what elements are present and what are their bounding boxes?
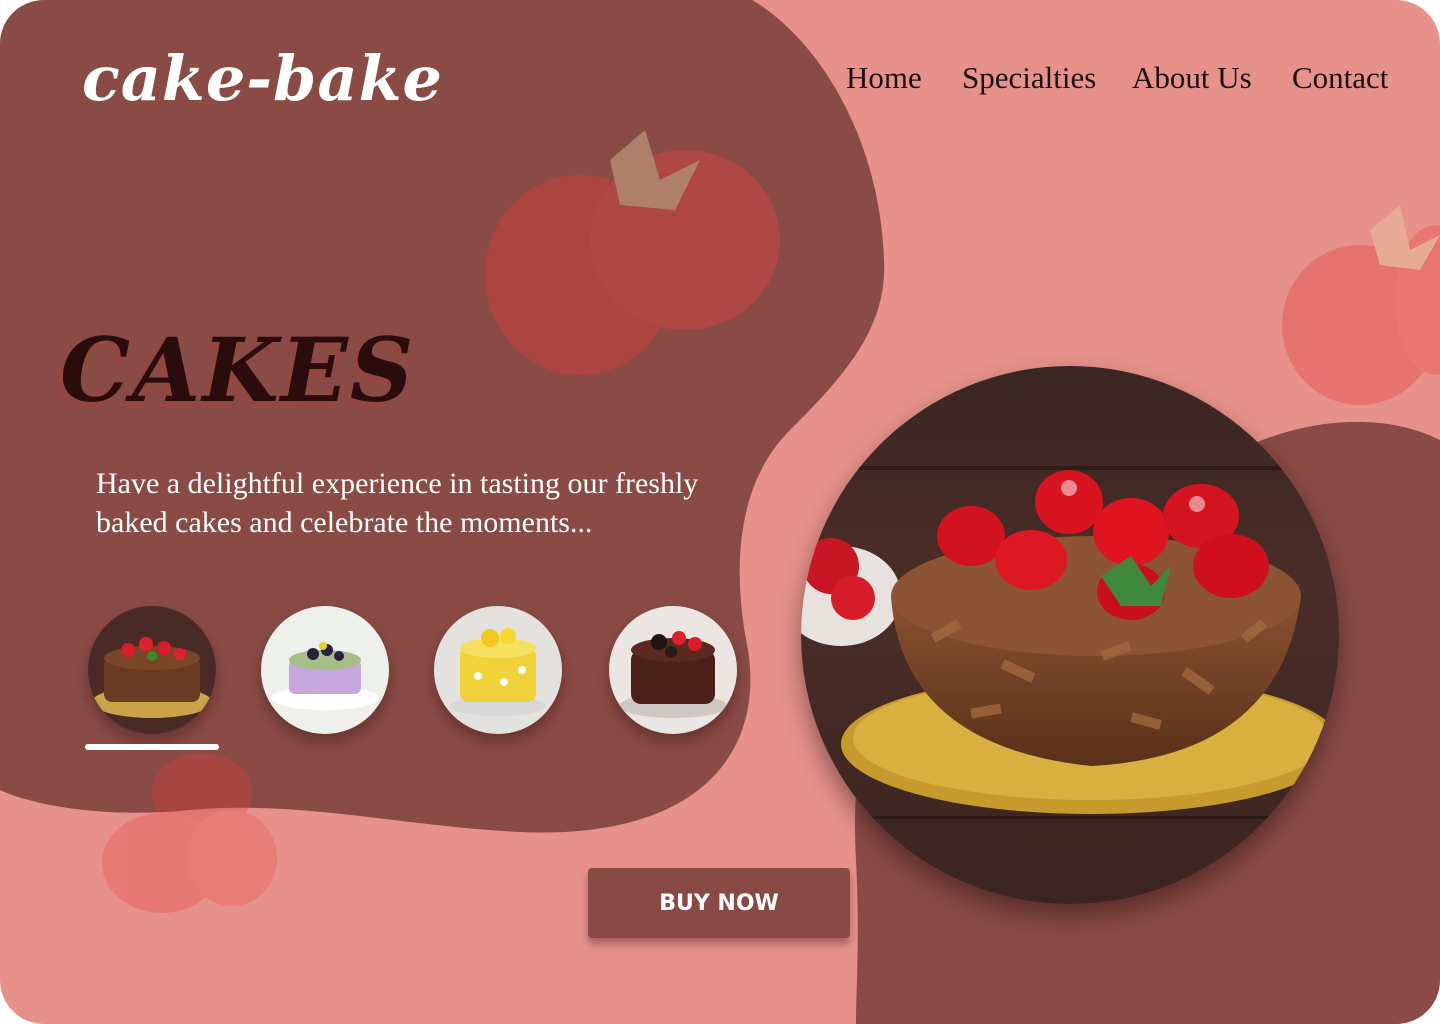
nav-link-specialties[interactable]: Specialties [962,60,1096,96]
brand-logo[interactable]: cake-bake [82,42,443,115]
strawberry-decoration-icon [102,753,277,913]
landing-page: cake-bake Home Specialties About Us Cont… [0,0,1440,1024]
buy-now-button[interactable]: BUY NOW [588,868,850,938]
strawberry-decoration-icon [1282,205,1440,405]
yellow-flower-cake-icon [434,606,562,734]
featured-cake-image [801,366,1339,904]
cake-thumbnail-2[interactable] [261,606,389,734]
hero-title: CAKES [60,318,416,422]
strawberry-decoration-icon [485,130,780,375]
hero-description: Have a delightful experience in tasting … [96,467,699,539]
main-nav: Home Specialties About Us Contact [846,60,1406,104]
cake-thumbnail-3[interactable] [434,606,562,734]
blackberry-cheesecake-icon [261,606,389,734]
cake-thumbnail-4[interactable] [609,606,737,734]
nav-link-contact[interactable]: Contact [1292,60,1388,96]
chocolate-oreo-cake-icon [609,606,737,734]
nav-link-about-us[interactable]: About Us [1132,60,1252,96]
chocolate-strawberry-cake-image-icon [801,366,1339,904]
chocolate-strawberry-cake-icon [88,606,216,734]
cake-thumbnail-1[interactable] [88,606,216,734]
nav-link-home[interactable]: Home [846,60,922,96]
thumbnail-selection-indicator [85,744,219,750]
